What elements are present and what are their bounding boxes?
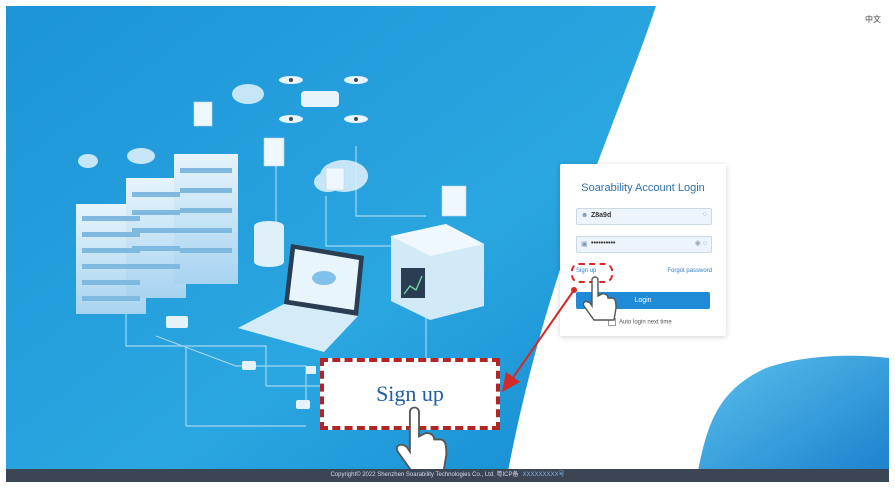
username-field[interactable]: ☻ Z8a9d ○	[576, 208, 712, 225]
username-value: Z8a9d	[591, 212, 612, 219]
login-title: Soarability Account Login	[581, 182, 705, 194]
auto-login-label: Auto login next time	[619, 319, 672, 326]
forgot-password-link[interactable]: Forgot password	[667, 268, 712, 274]
lock-icon: ▣	[581, 241, 588, 248]
icp-link[interactable]: XXXXXXXXX号	[523, 472, 565, 478]
copyright-text: Copyright© 2022 Shenzhen Soarability Tec…	[330, 472, 519, 478]
eye-icon[interactable]: ◉ ○	[695, 239, 707, 247]
clear-icon[interactable]: ○	[703, 211, 707, 218]
user-icon: ☻	[581, 212, 589, 219]
password-field[interactable]: ▣ •••••••••• ◉ ○	[576, 236, 712, 253]
password-value: ••••••••••	[591, 240, 616, 247]
footer-bar: Copyright© 2022 Shenzhen Soarability Tec…	[6, 469, 889, 482]
language-switch[interactable]: 中文	[865, 14, 881, 25]
page-frame: 中文 Soarability Account Login ☻ Z8a9d ○ ▣…	[6, 6, 889, 482]
processing-box-icon	[391, 224, 484, 320]
arrow-icon	[502, 287, 577, 392]
signup-link[interactable]: Sign up	[576, 268, 596, 274]
database-icon	[254, 221, 284, 267]
